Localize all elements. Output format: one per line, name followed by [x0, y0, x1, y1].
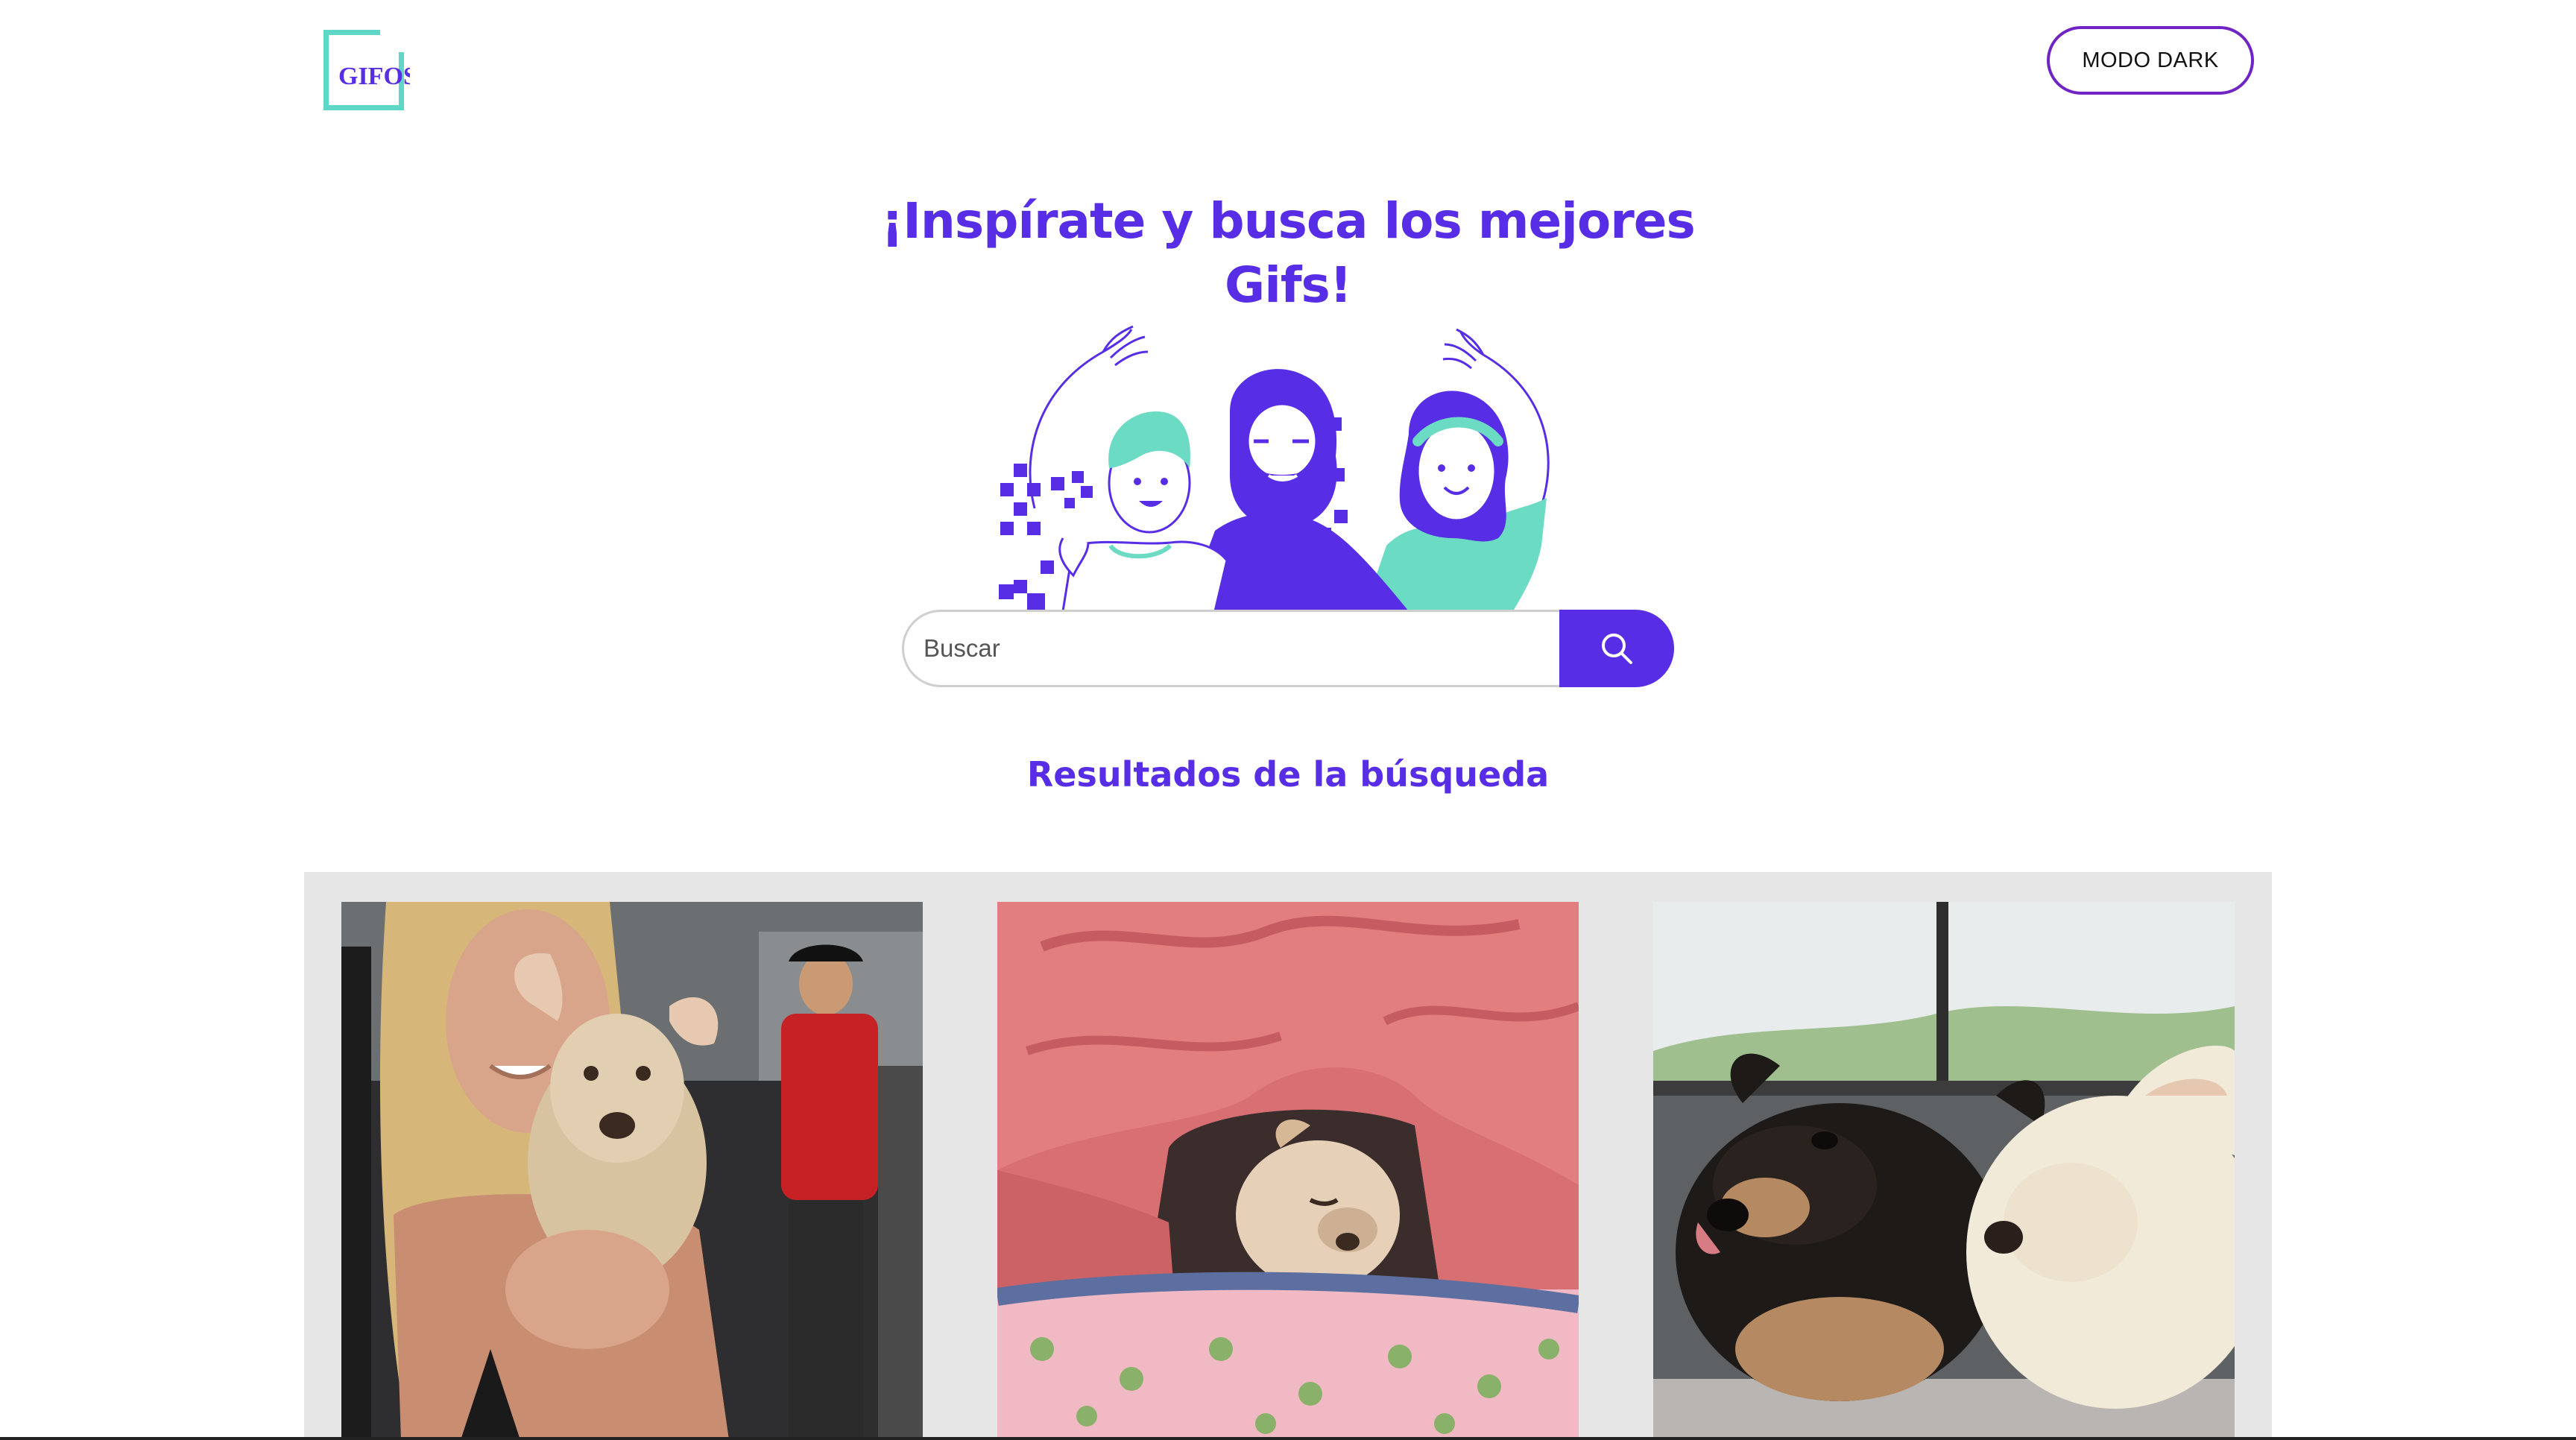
search-input[interactable] [924, 612, 1550, 685]
results-grid [304, 872, 2272, 1440]
gifos-logo[interactable]: GIFOS [321, 27, 410, 115]
dark-mode-button[interactable]: MODO DARK [2047, 26, 2254, 95]
search-box [902, 610, 1674, 687]
search-button[interactable] [1559, 610, 1674, 687]
hero-title-line2: Gifs! [1225, 256, 1352, 314]
gif-result-3[interactable] [1653, 902, 2235, 1440]
logo-corner [380, 27, 405, 52]
gif-result-2[interactable] [997, 902, 1579, 1440]
gif-image-woman-with-chihuahua [341, 902, 923, 1440]
people-waving-illustration [999, 325, 1550, 613]
gif-image-two-chihuahuas [1653, 902, 2235, 1440]
hero-title-line1: ¡Inspírate y busca los mejores [881, 192, 1696, 250]
logo-text: GIFOS [338, 63, 410, 90]
gif-image-chihuahua-under-blanket [997, 902, 1579, 1440]
gif-result-1[interactable] [341, 902, 923, 1440]
results-title: Resultados de la búsqueda [1026, 754, 1550, 795]
search-icon [1602, 634, 1632, 664]
page: GIFOS MODO DARK ¡Inspírate y busca los m… [0, 0, 2576, 1440]
hero-illustration [991, 322, 1588, 613]
hero-title: ¡Inspírate y busca los mejores Gifs! [841, 189, 1735, 318]
window-bottom-edge [0, 1437, 2576, 1440]
